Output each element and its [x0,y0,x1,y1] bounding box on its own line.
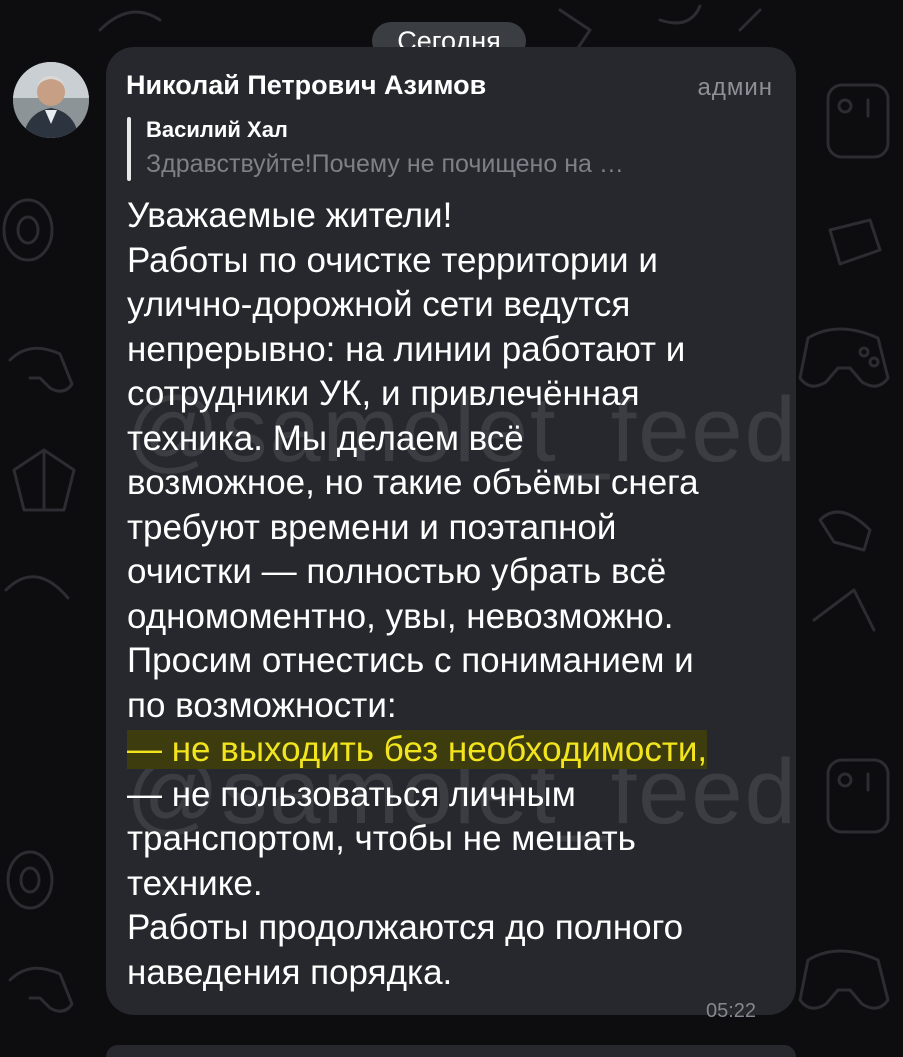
message-line: технике. [127,863,263,903]
reply-preview-text[interactable]: Здравствуйте!Почему не почищено на … [146,150,768,179]
author-name[interactable]: Николай Петрович Азимов [126,70,486,101]
message-line: наведения порядка. [127,952,453,992]
admin-badge: админ [697,74,773,101]
message-line: сотрудники УК, и привлечённая [127,374,640,413]
message-line: очистки — полностью убрать всё [127,552,667,591]
message-line: по возможности: [127,685,397,725]
message-line: возможное, но такие объёмы снега [127,463,699,502]
reply-author-name[interactable]: Василий Хал [146,117,288,143]
message-line: транспортом, чтобы не мешать [127,819,636,858]
message-line: непрерывно: на линии работают и [127,329,686,369]
message-text: Уважаемые жители! Работы по очистке терр… [127,194,787,995]
reply-quote-bar [127,117,131,181]
highlighted-text: — не выходить без необходимости, [127,730,708,769]
message-line: требуют времени и поэтапной [127,507,617,547]
message-line: техника. Мы делаем всё [127,418,524,458]
message-line: Работы по очистке территории и [127,240,658,280]
message-line: Уважаемые жители! [127,196,453,235]
message-line: Работы продолжаются до полного [127,908,684,947]
next-message-bubble[interactable] [106,1045,796,1057]
message-line: улично-дорожной сети ведутся [127,285,631,324]
message-line: Просим отнестись с пониманием и [127,641,694,680]
author-avatar[interactable] [13,62,89,138]
message-line: — не пользоваться личным [127,774,576,814]
message-timestamp: 05:22 [706,1000,757,1022]
message-line: одномоментно, увы, невозможно. [127,596,674,636]
avatar-photo-icon [13,62,89,138]
highlighted-line: — не выходить без необходимости, [127,728,787,773]
